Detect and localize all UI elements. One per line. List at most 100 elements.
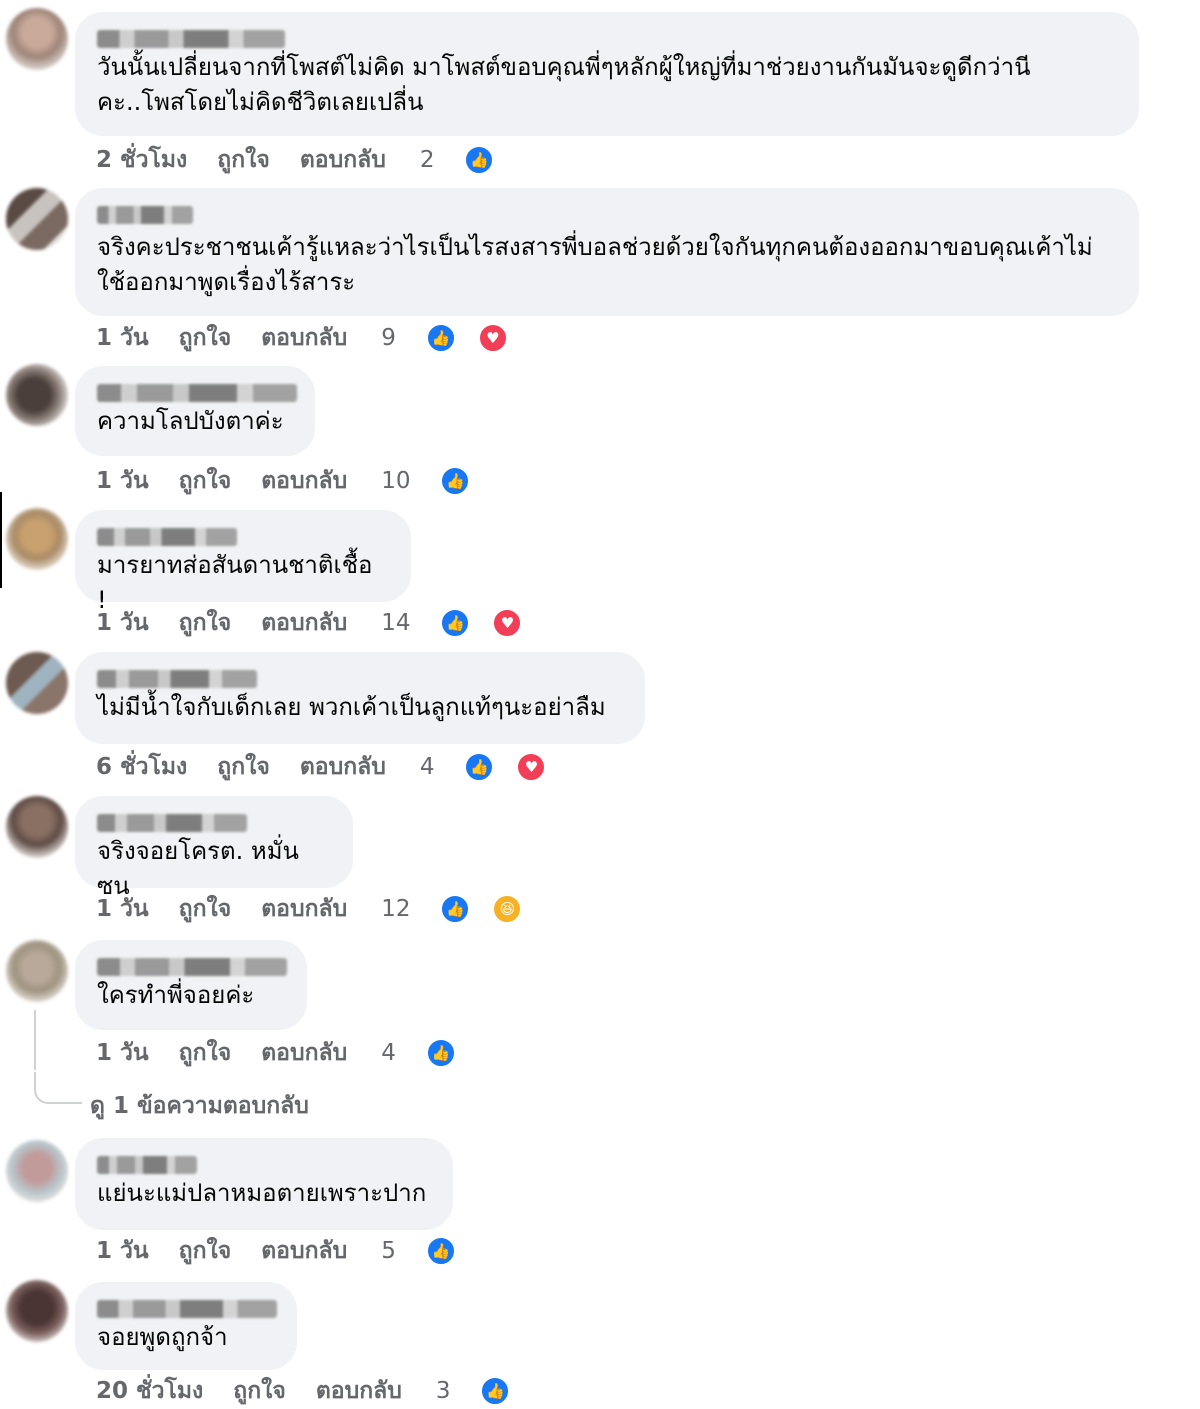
like-button[interactable]: ถูกใจ: [217, 749, 270, 785]
author-name[interactable]: [97, 528, 237, 546]
comment-actions: 1 วัน ถูกใจ ตอบกลับ 14 👍 ♥: [96, 606, 552, 640]
reaction-count: 14: [381, 610, 411, 636]
comment-bubble: วันนั้นเปลี่ยนจากที่โพสต์ไม่คิด มาโพสต์ข…: [75, 12, 1139, 136]
author-name[interactable]: [97, 384, 297, 402]
timestamp[interactable]: 1 วัน: [96, 891, 149, 927]
timestamp[interactable]: 1 วัน: [96, 1233, 149, 1269]
timestamp[interactable]: 1 วัน: [96, 605, 149, 641]
comment-actions: 1 วัน ถูกใจ ตอบกลับ 10 👍: [96, 464, 500, 498]
comment-bubble: ความโลปบังตาค่ะ: [75, 366, 315, 456]
like-button[interactable]: ถูกใจ: [179, 1035, 232, 1071]
reply-button[interactable]: ตอบกลับ: [261, 1233, 347, 1269]
reply-thread-hook: [34, 1072, 82, 1104]
comment-actions: 1 วัน ถูกใจ ตอบกลับ 9 👍 ♥: [96, 321, 538, 355]
timestamp[interactable]: 1 วัน: [96, 463, 149, 499]
like-button[interactable]: ถูกใจ: [179, 605, 232, 641]
timestamp[interactable]: 6 ชั่วโมง: [96, 749, 187, 785]
reply-button[interactable]: ตอบกลับ: [261, 891, 347, 927]
author-name[interactable]: [97, 1156, 197, 1174]
reaction-count: 2: [419, 147, 435, 173]
laughing-face-icon: 😆: [492, 894, 523, 924]
view-replies-link[interactable]: ดู 1 ข้อความตอบกลับ: [90, 1088, 309, 1124]
avatar[interactable]: [6, 508, 68, 570]
author-name[interactable]: [97, 814, 247, 832]
thumbs-up-icon: 👍: [440, 608, 471, 638]
avatar[interactable]: [6, 1140, 68, 1202]
reaction-count: 12: [381, 896, 411, 922]
avatar[interactable]: [6, 652, 68, 714]
heart-icon: ♥: [477, 323, 508, 353]
author-name[interactable]: [97, 958, 287, 976]
comment-bubble: จริงคะประชาชนเค้ารู้แหละว่าไรเป็นไรสงสาร…: [75, 188, 1139, 316]
avatar[interactable]: [6, 1280, 68, 1342]
reaction-count: 10: [381, 468, 411, 494]
comment-text: ใครทำพี่จอยค่ะ: [97, 981, 255, 1009]
comment-actions: 1 วัน ถูกใจ ตอบกลับ 5 👍: [96, 1234, 486, 1268]
comment-bubble: ไม่มีน้ำใจกับเด็กเลย พวกเค้าเป็นลูกแท้ๆน…: [75, 652, 645, 744]
like-button[interactable]: ถูกใจ: [233, 1373, 286, 1409]
reply-button[interactable]: ตอบกลับ: [261, 463, 347, 499]
comment-text: แย่นะแม่ปลาหมอตายเพราะปาก: [97, 1179, 427, 1207]
comment-text: จอยพูดถูกจ้า: [97, 1323, 228, 1351]
comment-text: จริงคะประชาชนเค้ารู้แหละว่าไรเป็นไรสงสาร…: [97, 233, 1093, 296]
reaction-count: 9: [381, 325, 396, 351]
reaction-summary[interactable]: 2 👍: [420, 145, 525, 175]
heart-icon: ♥: [492, 608, 523, 638]
reply-button[interactable]: ตอบกลับ: [261, 1035, 347, 1071]
left-edge-bar: [0, 492, 2, 588]
avatar[interactable]: [6, 364, 68, 426]
like-button[interactable]: ถูกใจ: [179, 463, 232, 499]
comment-bubble: จอยพูดถูกจ้า: [75, 1282, 297, 1370]
reaction-summary[interactable]: 4 👍: [381, 1038, 486, 1068]
like-button[interactable]: ถูกใจ: [217, 142, 270, 178]
thumbs-up-icon: 👍: [425, 1038, 456, 1068]
reply-button[interactable]: ตอบกลับ: [300, 749, 386, 785]
reaction-count: 3: [435, 1378, 451, 1404]
comment-actions: 1 วัน ถูกใจ ตอบกลับ 12 👍 😆: [96, 892, 552, 926]
timestamp[interactable]: 1 วัน: [96, 320, 149, 356]
reaction-summary[interactable]: 9 👍 ♥: [381, 323, 538, 353]
comment-actions: 20 ชั่วโมง ถูกใจ ตอบกลับ 3 👍: [96, 1374, 540, 1408]
thumbs-up-icon: 👍: [440, 894, 471, 924]
thumbs-up-icon: 👍: [425, 1236, 456, 1266]
thumbs-up-icon: 👍: [425, 323, 456, 353]
author-name[interactable]: [97, 1300, 277, 1318]
thumbs-up-icon: 👍: [464, 145, 495, 175]
author-name[interactable]: [97, 30, 285, 48]
reaction-count: 4: [381, 1040, 396, 1066]
timestamp[interactable]: 2 ชั่วโมง: [96, 142, 187, 178]
comment-actions: 2 ชั่วโมง ถูกใจ ตอบกลับ 2 👍: [96, 143, 524, 177]
like-button[interactable]: ถูกใจ: [179, 1233, 232, 1269]
comment-text: วันนั้นเปลี่ยนจากที่โพสต์ไม่คิด มาโพสต์ข…: [97, 53, 1031, 116]
timestamp[interactable]: 20 ชั่วโมง: [96, 1373, 203, 1409]
reply-button[interactable]: ตอบกลับ: [300, 142, 386, 178]
comment-bubble: มารยาทส่อสันดานชาติเชื้อ !: [75, 510, 411, 614]
comment-bubble: จริงจอยโครต. หมั่นซน: [75, 796, 353, 900]
like-button[interactable]: ถูกใจ: [179, 320, 232, 356]
author-name[interactable]: [97, 670, 257, 688]
timestamp[interactable]: 1 วัน: [96, 1035, 149, 1071]
reaction-summary[interactable]: 5 👍: [381, 1236, 486, 1266]
thumbs-up-icon: 👍: [464, 752, 495, 782]
reaction-count: 4: [419, 754, 435, 780]
comment-text: ความโลปบังตาค่ะ: [97, 407, 284, 435]
reply-button[interactable]: ตอบกลับ: [261, 605, 347, 641]
reaction-summary[interactable]: 10 👍: [381, 466, 500, 496]
reaction-summary[interactable]: 12 👍 😆: [381, 894, 552, 924]
author-name[interactable]: [97, 206, 193, 224]
reply-button[interactable]: ตอบกลับ: [261, 320, 347, 356]
comment-bubble: แย่นะแม่ปลาหมอตายเพราะปาก: [75, 1138, 453, 1230]
comment-bubble: ใครทำพี่จอยค่ะ: [75, 940, 307, 1030]
avatar[interactable]: [6, 796, 68, 858]
avatar[interactable]: [6, 940, 68, 1002]
reaction-summary[interactable]: 4 👍 ♥: [420, 752, 577, 782]
avatar[interactable]: [6, 8, 68, 70]
like-button[interactable]: ถูกใจ: [179, 891, 232, 927]
comment-actions: 1 วัน ถูกใจ ตอบกลับ 4 👍: [96, 1036, 486, 1070]
reply-button[interactable]: ตอบกลับ: [316, 1373, 402, 1409]
comment-actions: 6 ชั่วโมง ถูกใจ ตอบกลับ 4 👍 ♥: [96, 750, 576, 784]
thumbs-up-icon: 👍: [440, 466, 471, 496]
reaction-summary[interactable]: 14 👍 ♥: [381, 608, 552, 638]
avatar[interactable]: [6, 188, 68, 250]
reply-thread-line: [34, 1010, 36, 1070]
